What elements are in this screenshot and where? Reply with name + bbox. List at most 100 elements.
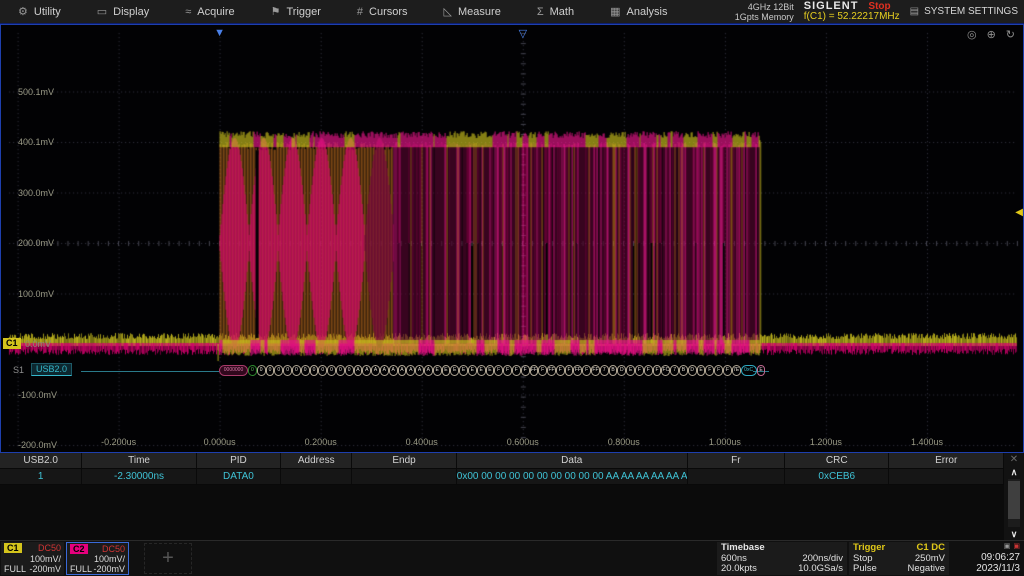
decode-token: E <box>486 365 495 376</box>
menu-item-trigger[interactable]: ⚑Trigger <box>253 0 339 23</box>
serial-bus-badge[interactable]: USB2.0 <box>31 363 72 376</box>
channel2-offset: -200mV <box>93 564 125 574</box>
channel1-bandwidth: FULL <box>4 564 26 574</box>
table-value-cell: 0xCEB6 <box>785 469 889 484</box>
decode-token: B <box>679 365 688 376</box>
trigger-level-marker[interactable]: ◀ <box>1015 207 1023 218</box>
flag-icon: ⚑ <box>271 5 281 18</box>
decode-token: D <box>617 365 626 376</box>
table-header-cell: Fr <box>688 453 785 468</box>
analysis-icon: ▦ <box>610 5 620 18</box>
decode-token: 0 <box>336 365 345 376</box>
scroll-down-icon[interactable]: ∨ <box>1011 528 1018 540</box>
decode-token: 0 <box>257 365 266 376</box>
settings-list-icon: ▤ <box>910 6 919 17</box>
delay-center-marker[interactable]: ▽ <box>519 27 527 40</box>
timebase-box[interactable]: Timebase 600ns 200ns/div 20.0kpts 10.0GS… <box>717 542 847 575</box>
channel2-box[interactable]: C2 DC50 100mV/ FULL -200mV <box>66 542 129 575</box>
decode-token: A <box>362 365 371 376</box>
time-label: 1.400us <box>911 437 943 447</box>
history-icon[interactable]: ↻ <box>1006 28 1015 41</box>
decode-token: 0 <box>318 365 327 376</box>
table-value-cell: -2.30000ns <box>82 469 196 484</box>
decode-token: F <box>521 365 530 376</box>
decode-token: 0 <box>301 365 310 376</box>
decode-table: USB2.0TimePIDAddressEndpDataFrCRCError 1… <box>0 453 1024 540</box>
trigger-box[interactable]: Trigger C1 DC Stop 250mV Pulse Negative <box>849 542 949 575</box>
add-channel-button[interactable]: + <box>144 543 192 574</box>
channel1-ground-badge[interactable]: C1 <box>3 338 21 349</box>
decode-token: A <box>406 365 415 376</box>
clock-block: ▣ ▣ 09:06:27 2023/11/3 <box>952 542 1022 575</box>
decode-token: 0 <box>274 365 283 376</box>
system-settings-label: SYSTEM SETTINGS <box>924 6 1018 17</box>
decode-token: B <box>609 365 618 376</box>
decode-token: 0 <box>283 365 292 376</box>
decode-token: A <box>380 365 389 376</box>
decode-token: 0xC <box>741 365 757 376</box>
decode-token: F <box>714 365 723 376</box>
time-label: 1.000us <box>709 437 741 447</box>
waveform-canvas[interactable] <box>1 25 1023 452</box>
table-value-cell: DATA0 <box>197 469 281 484</box>
ground-level-label: 0.0mV <box>25 339 51 349</box>
brand-block: SIGLENT Stop f(C1) = 52.22217MHz <box>804 1 900 22</box>
measurement-readout: f(C1) = 52.22217MHz <box>804 12 900 22</box>
display-icon: ▭ <box>97 5 107 18</box>
menu-item-measure[interactable]: ◺Measure <box>426 0 519 23</box>
channel1-box[interactable]: C1 DC50 100mV/ FULL -200mV <box>1 542 64 575</box>
decode-token: 0 <box>310 365 319 376</box>
decode-token: D <box>688 365 697 376</box>
decode-token: F <box>653 365 662 376</box>
decode-table-header: USB2.0TimePIDAddressEndpDataFrCRCError <box>0 453 1004 469</box>
camera-icon[interactable]: ◎ <box>967 28 977 41</box>
top-menu-bar: ⚙Utility▭Display≈Acquire⚑Trigger#Cursors… <box>0 0 1024 24</box>
timebase-points: 20.0kpts <box>721 564 757 574</box>
decode-token: E <box>626 365 635 376</box>
menu-item-analysis[interactable]: ▦Analysis <box>592 0 685 23</box>
voltage-label: 500.1mV <box>18 87 54 97</box>
decode-token: E <box>459 365 468 376</box>
decode-token: F <box>538 365 547 376</box>
decode-token: FF <box>573 365 582 376</box>
plot-corner-icons: ◎ ⊕ ↻ <box>967 28 1015 41</box>
table-value-cell: 1 <box>0 469 82 484</box>
decode-token: A <box>415 365 424 376</box>
menu-items: ⚙Utility▭Display≈Acquire⚑Trigger#Cursors… <box>0 0 685 23</box>
table-header-cell: CRC <box>785 453 889 468</box>
decode-token: 0000000 <box>219 365 248 376</box>
menu-item-math[interactable]: ΣMath <box>519 0 592 23</box>
decode-token: 0 <box>345 365 354 376</box>
decode-token: FF <box>591 365 600 376</box>
voltage-label: -200.0mV <box>18 440 57 450</box>
decode-table-row[interactable]: 1-2.30000nsDATA00x00 00 00 00 00 00 00 0… <box>0 469 1004 485</box>
time-label: 1.200us <box>810 437 842 447</box>
trigger-source: C1 DC <box>916 543 945 553</box>
gear-icon: ⚙ <box>18 5 28 18</box>
scrollbar-track[interactable] <box>1008 479 1020 527</box>
menu-item-utility[interactable]: ⚙Utility <box>0 0 79 23</box>
scroll-up-icon[interactable]: ∧ <box>1011 466 1018 478</box>
trigger-title: Trigger <box>853 543 885 553</box>
trigger-position-marker[interactable]: ▼ <box>214 27 225 39</box>
time-label: 0.200us <box>305 437 337 447</box>
table-value-cell <box>889 469 1003 484</box>
decode-token: F <box>565 365 574 376</box>
scrollbar-thumb[interactable] <box>1008 481 1020 519</box>
close-icon[interactable]: ✕ <box>1010 453 1018 466</box>
table-header-cell: USB2.0 <box>0 453 82 468</box>
menu-item-display[interactable]: ▭Display <box>79 0 167 23</box>
decode-token: 0 <box>266 365 275 376</box>
table-header-cell: Time <box>82 453 196 468</box>
menu-item-acquire[interactable]: ≈Acquire <box>167 0 252 23</box>
network-icon: ▣ <box>1004 543 1011 551</box>
channel1-offset: -200mV <box>29 564 61 574</box>
table-scrollbar[interactable]: ✕ ∧ ∨ <box>1004 453 1024 540</box>
waveform-display[interactable]: 500.1mV400.1mV300.0mV200.0mV100.0mV-100.… <box>0 24 1024 453</box>
topbar-right: 4GHz 12Bit 1Gpts Memory SIGLENT Stop f(C… <box>735 1 1024 22</box>
system-settings-button[interactable]: ▤ SYSTEM SETTINGS <box>910 6 1018 17</box>
menu-item-cursors[interactable]: #Cursors <box>339 0 426 23</box>
voltage-label: -100.0mV <box>18 390 57 400</box>
zoom-fit-icon[interactable]: ⊕ <box>987 28 996 41</box>
decode-token: E <box>468 365 477 376</box>
